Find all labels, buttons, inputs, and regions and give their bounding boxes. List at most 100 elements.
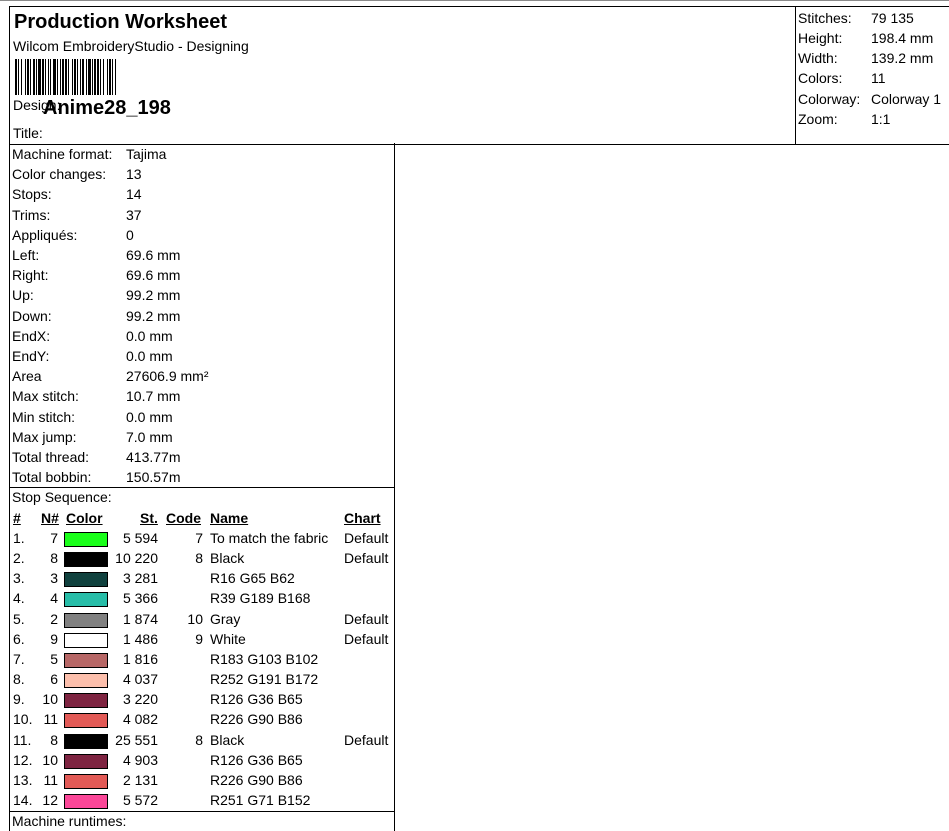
needle-number: 9	[50, 630, 58, 647]
worksheet-header: Production Worksheet Wilcom EmbroiderySt…	[9, 6, 796, 145]
thread-code: 10	[187, 610, 203, 627]
stitch-count: 1 816	[122, 650, 158, 667]
stop-number: 13.	[13, 771, 33, 788]
stop-number: 12.	[13, 751, 33, 768]
info-value: Tajima	[126, 146, 167, 162]
needle-number: 6	[50, 671, 58, 688]
thread-chart: Default	[344, 630, 389, 647]
needle-number: 10	[42, 751, 58, 768]
info-value: 0.0 mm	[126, 348, 173, 364]
thread-name: To match the fabric	[210, 530, 329, 546]
color-swatch	[64, 552, 108, 568]
stop-row: 8. 6 4 037 R252 G191 B172	[10, 671, 394, 691]
stop-row: 12. 10 4 903 R126 G36 B65	[10, 752, 394, 772]
title-label: Title:	[13, 125, 43, 141]
stop-row: 4. 4 5 366 R39 G189 B168	[10, 590, 394, 610]
stop-row: 1. 7 5 594 7 To match the fabric Default	[10, 530, 394, 550]
col-header-name: Name	[210, 510, 249, 526]
thread-code: 9	[195, 630, 203, 647]
color-swatch	[64, 612, 108, 628]
stat-label: Zoom:	[798, 111, 838, 127]
info-label: Color changes:	[12, 166, 107, 183]
color-swatch	[64, 733, 108, 749]
info-value: 7.0 mm	[126, 428, 173, 445]
stop-number: 10.	[13, 711, 33, 728]
thread-name: Gray	[210, 610, 241, 627]
stitch-count: 4 903	[122, 751, 158, 768]
needle-number: 7	[50, 530, 58, 546]
stop-number: 7.	[13, 650, 25, 667]
needle-number: 2	[50, 610, 58, 627]
stitch-count: 25 551	[115, 731, 158, 748]
col-header-stitches: St.	[140, 510, 158, 526]
stop-number: 9.	[13, 691, 25, 708]
color-swatch	[64, 773, 108, 789]
col-header-chart: Chart	[344, 510, 381, 526]
color-swatch	[64, 753, 108, 769]
color-swatch	[64, 693, 108, 709]
col-header-color: Color	[66, 510, 103, 526]
info-value: 0.0 mm	[126, 408, 173, 425]
thread-code: 8	[195, 550, 203, 567]
stitch-count: 10 220	[115, 550, 158, 567]
needle-number: 12	[42, 791, 58, 808]
col-header-number: #	[13, 510, 21, 526]
info-label: Max stitch:	[12, 388, 79, 405]
info-label: Appliqués:	[12, 226, 78, 243]
stop-row: 3. 3 3 281 R16 G65 B62	[10, 570, 394, 590]
needle-number: 8	[50, 550, 58, 567]
stat-label: Height:	[798, 30, 843, 46]
barcode-gap	[116, 59, 118, 95]
stat-value: 1:1	[871, 111, 891, 127]
info-label: Area	[12, 368, 42, 385]
machine-runtimes-panel: Machine runtimes:	[9, 811, 395, 831]
info-value: 69.6 mm	[126, 267, 181, 284]
stop-sequence-panel: Stop Sequence: # N# Color St. Code Name …	[9, 487, 395, 812]
needle-number: 8	[50, 731, 58, 748]
info-label: Left:	[12, 247, 40, 263]
thread-name: R226 G90 B86	[210, 711, 303, 728]
color-swatch	[64, 572, 108, 588]
info-value: 14	[126, 186, 142, 203]
stop-row: 9. 10 3 220 R126 G36 B65	[10, 691, 394, 711]
info-value: 0.0 mm	[126, 327, 173, 344]
thread-name: R252 G191 B172	[210, 671, 319, 688]
info-label: EndY:	[12, 348, 50, 364]
thread-name: R126 G36 B65	[210, 691, 303, 708]
stop-row: 10. 11 4 082 R226 G90 B86	[10, 711, 394, 731]
info-label: Total bobbin:	[12, 469, 92, 486]
stop-number: 5.	[13, 610, 25, 627]
stat-value: Colorway 1	[871, 91, 942, 107]
info-label: Up:	[12, 287, 34, 304]
stop-number: 11.	[13, 731, 32, 748]
machine-runtimes-label: Machine runtimes:	[12, 813, 127, 829]
info-label: Total thread:	[12, 449, 90, 465]
stat-label: Colorway:	[798, 91, 861, 107]
stop-number: 8.	[13, 671, 25, 688]
thread-name: R16 G65 B62	[210, 570, 295, 587]
color-swatch	[64, 793, 108, 809]
info-value: 10.7 mm	[126, 388, 181, 405]
stat-value: 11	[871, 70, 886, 86]
needle-number: 5	[50, 650, 58, 667]
thread-name: R183 G103 B102	[210, 650, 319, 667]
info-value: 69.6 mm	[126, 247, 181, 263]
stitch-count: 2 131	[122, 771, 158, 788]
thread-chart: Default	[344, 610, 389, 627]
stat-label: Stitches:	[798, 10, 852, 26]
col-header-code: Code	[166, 510, 201, 526]
design-name: Anime28_198	[43, 97, 171, 119]
stitch-count: 5 366	[122, 590, 158, 607]
info-label: Trims:	[12, 206, 51, 223]
stop-row: 6. 9 1 486 9 White Default	[10, 631, 394, 651]
stat-label: Width:	[798, 50, 838, 66]
stop-row: 7. 5 1 816 R183 G103 B102	[10, 651, 394, 671]
info-value: 27606.9 mm²	[126, 368, 209, 385]
thread-name: R251 G71 B152	[210, 791, 311, 808]
design-stats-panel: Stitches: 79 135 Height: 198.4 mm Width: 13…	[795, 6, 949, 145]
stop-row: 14. 12 5 572 R251 G71 B152	[10, 792, 394, 812]
stop-number: 14.	[13, 791, 33, 808]
color-swatch	[64, 532, 108, 547]
software-name: Wilcom EmbroideryStudio - Designing	[13, 38, 249, 54]
stat-label: Colors:	[798, 70, 843, 86]
